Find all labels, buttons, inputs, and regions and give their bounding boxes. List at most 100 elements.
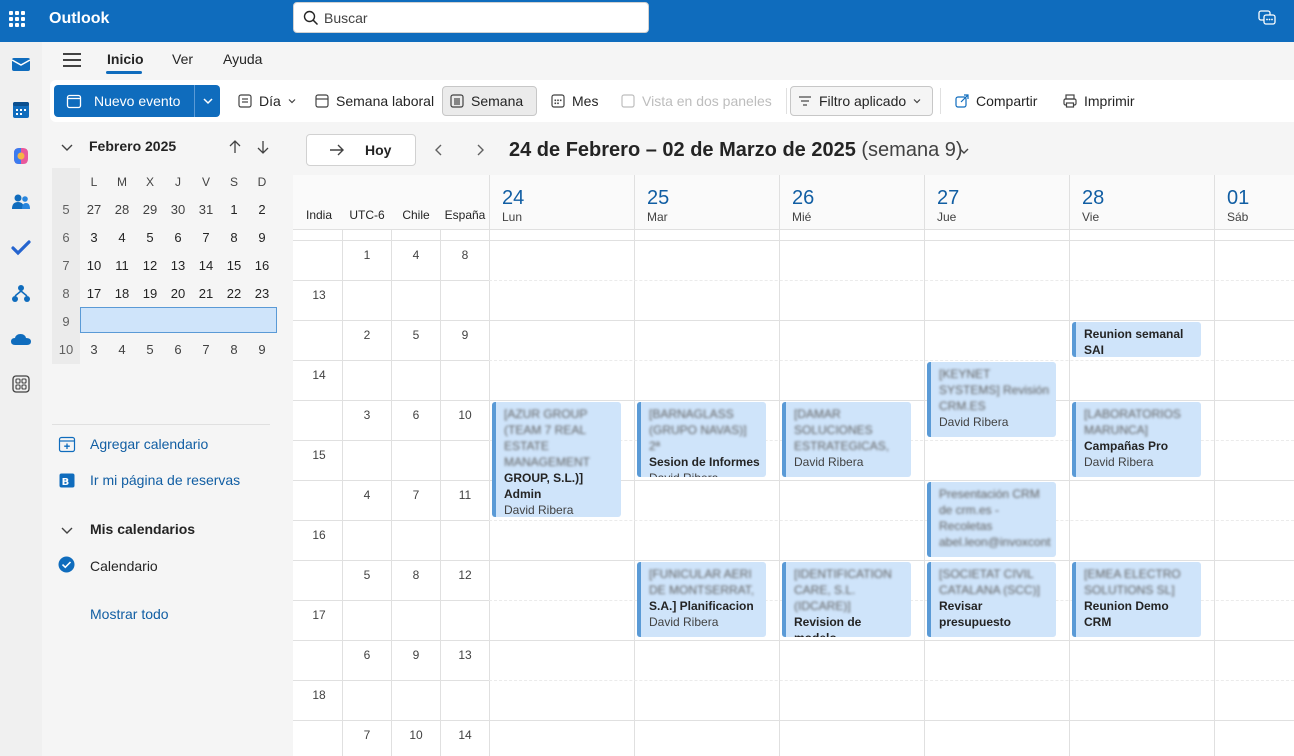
mini-calendar-day[interactable]: 9 bbox=[248, 224, 276, 252]
calendar-event[interactable]: [FUNICULAR AERI DE MONTSERRAT, S.A.] Plan… bbox=[637, 562, 766, 637]
mini-calendar-day[interactable]: 12 bbox=[136, 252, 164, 280]
app-name[interactable]: Outlook bbox=[49, 10, 109, 28]
mini-calendar-day[interactable]: 15 bbox=[220, 252, 248, 280]
mini-calendar-day[interactable]: 17 bbox=[80, 280, 108, 308]
mini-calendar-day[interactable]: 31 bbox=[192, 196, 220, 224]
more-apps-icon[interactable] bbox=[7, 370, 35, 398]
day-header[interactable]: 28 Vie bbox=[1069, 175, 1214, 230]
mini-calendar-day[interactable]: 16 bbox=[248, 252, 276, 280]
chevron-down-icon[interactable] bbox=[60, 142, 74, 154]
my-calendars-heading[interactable]: Mis calendarios bbox=[90, 521, 195, 537]
calendar-event[interactable]: [KEYNET SYSTEMS] Revisión CRM.ES David Ri… bbox=[927, 362, 1056, 437]
calendar-event[interactable]: [AZUR GROUP (TEAM 7 REAL ESTATE MANAGEME… bbox=[492, 402, 621, 517]
chevron-down-icon[interactable] bbox=[60, 525, 74, 537]
mini-calendar-title[interactable]: Febrero 2025 bbox=[89, 138, 176, 154]
mini-calendar-day[interactable]: 9 bbox=[248, 336, 276, 364]
new-event-button[interactable]: Nuevo evento bbox=[54, 85, 193, 117]
filter-button[interactable]: Filtro aplicado bbox=[790, 86, 933, 116]
feedback-icon[interactable] bbox=[1257, 8, 1277, 31]
mini-calendar-day[interactable]: 22 bbox=[220, 280, 248, 308]
mini-calendar-day[interactable]: 6 bbox=[164, 224, 192, 252]
mini-calendar-day[interactable]: 30 bbox=[164, 196, 192, 224]
calendar-event[interactable]: [EMEA ELECTRO SOLUTIONS SL] Reunion Demo … bbox=[1072, 562, 1201, 637]
show-all-link[interactable]: Mostrar todo bbox=[90, 606, 169, 622]
people-icon[interactable] bbox=[7, 188, 35, 216]
tab-inicio[interactable]: Inicio bbox=[107, 51, 144, 67]
split-view-button[interactable]: Vista en dos paneles bbox=[614, 86, 778, 116]
search-box[interactable] bbox=[293, 2, 649, 33]
mini-calendar-day[interactable]: 7 bbox=[192, 224, 220, 252]
mini-calendar-day[interactable]: 3 bbox=[80, 224, 108, 252]
day-header[interactable]: 24 Lun bbox=[489, 175, 634, 230]
week-number[interactable]: 5 bbox=[52, 196, 80, 224]
month-view-button[interactable]: Mes bbox=[544, 86, 604, 116]
week-number[interactable]: 6 bbox=[52, 224, 80, 252]
mini-calendar-day[interactable]: 27 bbox=[80, 196, 108, 224]
mini-calendar-day[interactable]: 21 bbox=[192, 280, 220, 308]
search-input[interactable] bbox=[324, 8, 624, 28]
mini-calendar-day[interactable]: 2 bbox=[248, 196, 276, 224]
mini-calendar-day[interactable]: 10 bbox=[80, 252, 108, 280]
tab-ver[interactable]: Ver bbox=[172, 51, 193, 67]
add-calendar-link[interactable]: Agregar calendario bbox=[90, 436, 208, 452]
mini-calendar-day[interactable]: 29 bbox=[136, 196, 164, 224]
mini-calendar-day[interactable]: 23 bbox=[248, 280, 276, 308]
mini-calendar-day[interactable]: 7 bbox=[192, 336, 220, 364]
mini-calendar-day[interactable]: 11 bbox=[108, 252, 136, 280]
calendar-event[interactable]: [LABORATORIOS MARUNCA] Campañas Pro David … bbox=[1072, 402, 1201, 477]
calendar-event[interactable]: [IDENTIFICATION CARE, S.L. (IDCARE)] Revi… bbox=[782, 562, 911, 637]
previous-week-icon[interactable] bbox=[433, 143, 445, 157]
day-header[interactable]: 25 Mar bbox=[634, 175, 779, 230]
calendar-event[interactable]: [SOCIETAT CIVIL CATALANA (SCC)] Revisar p… bbox=[927, 562, 1056, 637]
today-button[interactable]: Hoy bbox=[306, 134, 416, 166]
app-launcher-icon[interactable] bbox=[9, 11, 25, 27]
next-week-icon[interactable] bbox=[474, 143, 486, 157]
mini-calendar-day[interactable]: 19 bbox=[136, 280, 164, 308]
day-header[interactable]: 26 Mié bbox=[779, 175, 924, 230]
todo-icon[interactable] bbox=[7, 234, 35, 262]
week-number[interactable]: 7 bbox=[52, 252, 80, 280]
tab-ayuda[interactable]: Ayuda bbox=[223, 51, 262, 67]
day-header[interactable]: 01 Sáb bbox=[1214, 175, 1294, 230]
arrow-up-icon[interactable] bbox=[228, 139, 242, 155]
mini-calendar-day[interactable]: 5 bbox=[136, 224, 164, 252]
day-view-button[interactable]: Día bbox=[231, 86, 303, 116]
mini-calendar-day[interactable]: 5 bbox=[136, 336, 164, 364]
mini-calendar-day[interactable]: 13 bbox=[164, 252, 192, 280]
org-explorer-icon[interactable] bbox=[7, 280, 35, 308]
mini-calendar-day[interactable]: 8 bbox=[220, 224, 248, 252]
arrow-down-icon[interactable] bbox=[256, 139, 270, 155]
calendar-event[interactable]: Reunion semanal SAI bbox=[1072, 322, 1201, 357]
calendar-event[interactable]: [DAMAR SOLUCIONES ESTRATEGICAS, David Rib… bbox=[782, 402, 911, 477]
new-event-dropdown-button[interactable] bbox=[194, 85, 220, 117]
share-button[interactable]: Compartir bbox=[948, 86, 1043, 116]
week-view-button[interactable]: Semana bbox=[442, 86, 537, 116]
mini-calendar-day[interactable]: 1 bbox=[220, 196, 248, 224]
copilot-icon[interactable] bbox=[7, 142, 35, 170]
mini-calendar-day[interactable]: 4 bbox=[108, 336, 136, 364]
mail-icon[interactable] bbox=[7, 50, 35, 78]
calendar-event[interactable]: Presentación CRM de crm.es - Recoletas a… bbox=[927, 482, 1056, 557]
mini-calendar-day[interactable]: 20 bbox=[164, 280, 192, 308]
chevron-down-icon[interactable] bbox=[958, 146, 970, 156]
week-number[interactable]: 10 bbox=[52, 336, 80, 364]
week-number[interactable]: 9 bbox=[52, 308, 80, 336]
mini-calendar-day[interactable]: 14 bbox=[192, 252, 220, 280]
week-number[interactable]: 8 bbox=[52, 280, 80, 308]
mini-calendar-day[interactable]: 28 bbox=[108, 196, 136, 224]
mini-calendar-day[interactable]: 18 bbox=[108, 280, 136, 308]
mini-calendar-day[interactable]: 6 bbox=[164, 336, 192, 364]
booking-page-link[interactable]: Ir mi página de reservas bbox=[90, 472, 240, 488]
mini-calendar-day[interactable]: 8 bbox=[220, 336, 248, 364]
day-header[interactable]: 27 Jue bbox=[924, 175, 1069, 230]
checkmark-circle-icon[interactable] bbox=[58, 556, 75, 573]
calendar-event[interactable]: [BARNAGLASS (GRUPO NAVAS)] 2ª Sesion de I… bbox=[637, 402, 766, 477]
print-button[interactable]: Imprimir bbox=[1056, 86, 1141, 116]
hamburger-menu-icon[interactable] bbox=[63, 53, 81, 67]
work-week-button[interactable]: Semana laboral bbox=[308, 86, 440, 116]
mini-calendar-day[interactable]: 3 bbox=[80, 336, 108, 364]
onedrive-icon[interactable] bbox=[7, 326, 35, 354]
calendar-item-label[interactable]: Calendario bbox=[90, 558, 158, 574]
calendar-app-icon[interactable] bbox=[7, 96, 35, 124]
mini-calendar-day[interactable]: 4 bbox=[108, 224, 136, 252]
